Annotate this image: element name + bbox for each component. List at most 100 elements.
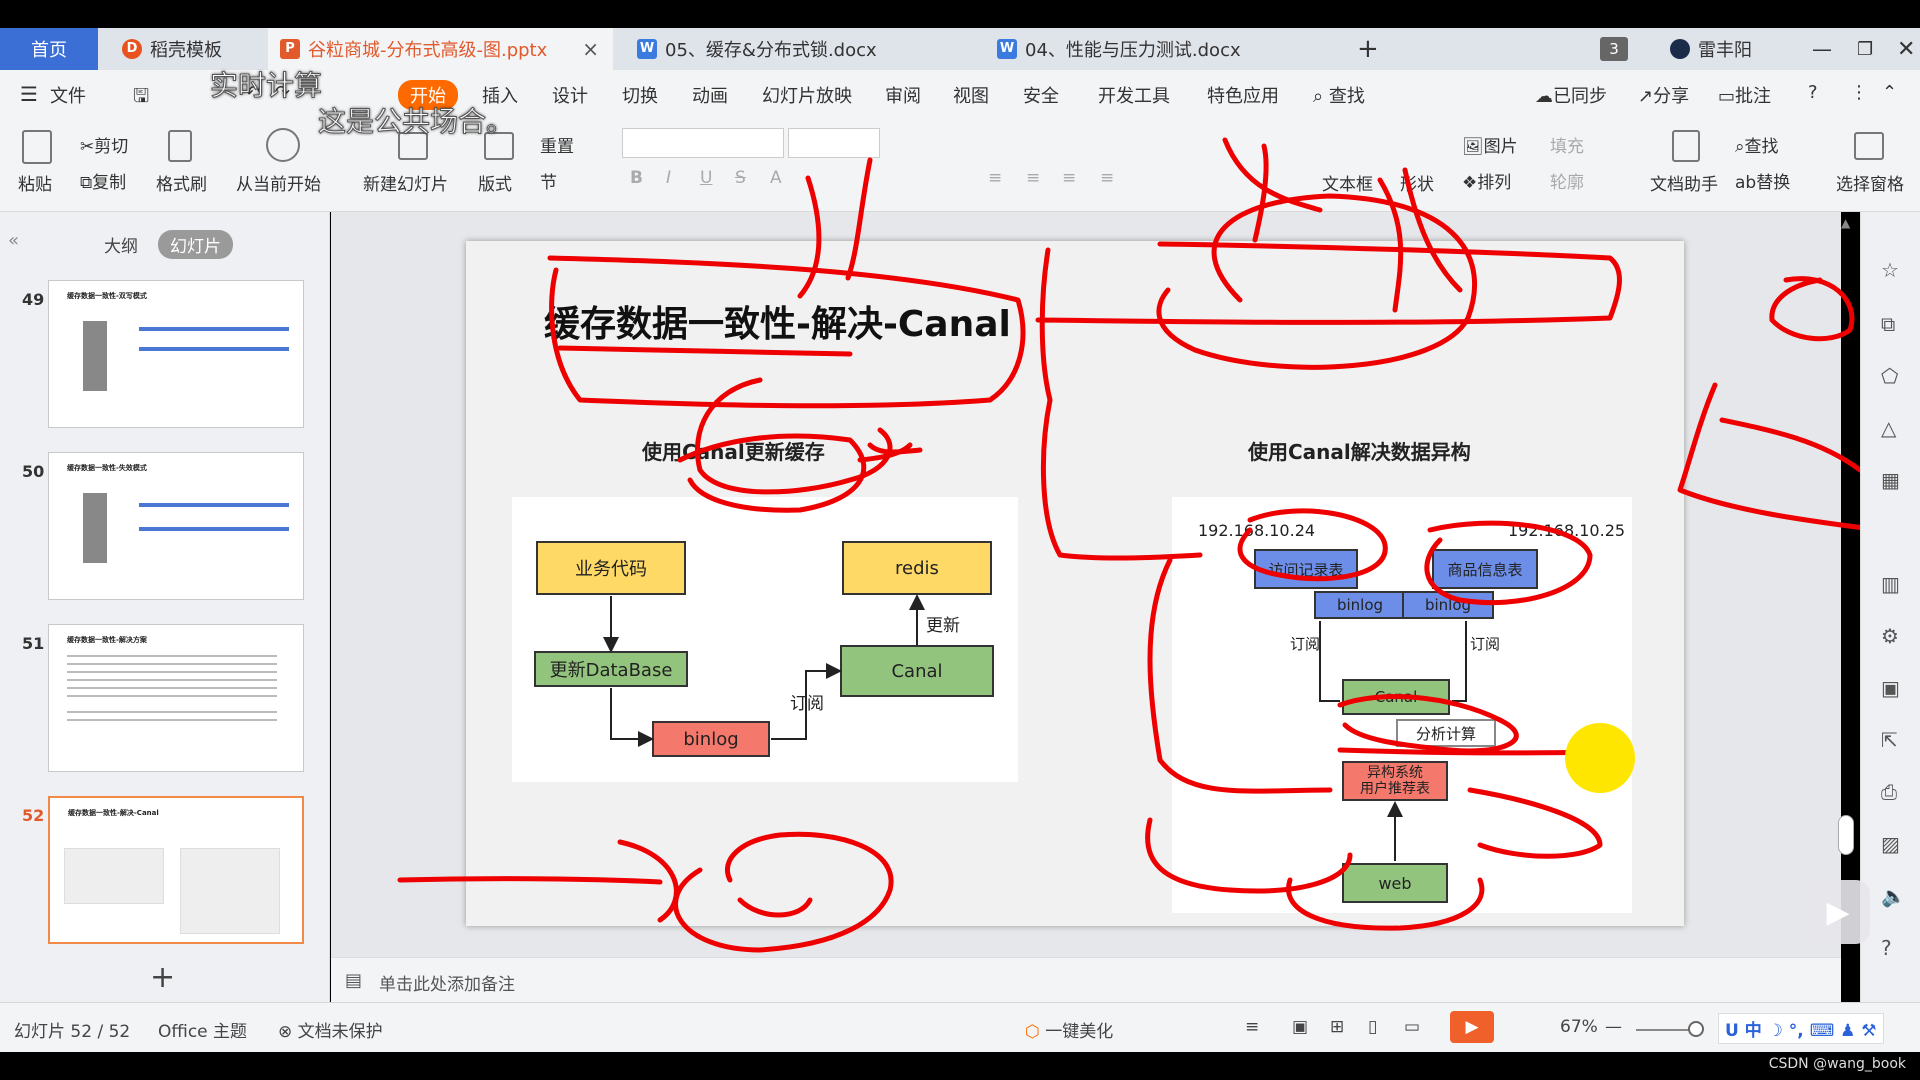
play-slideshow-button[interactable]: ▶: [1450, 1011, 1494, 1043]
zoom-level[interactable]: 67%: [1560, 1017, 1598, 1037]
sync-status[interactable]: ☁已同步: [1535, 82, 1607, 108]
menu-dev[interactable]: 开发工具: [1098, 82, 1170, 108]
add-slide-button[interactable]: +: [150, 960, 175, 995]
align-right-icon[interactable]: ≡: [1062, 168, 1076, 188]
shape-button[interactable]: 形状: [1400, 170, 1434, 195]
animation-icon[interactable]: △: [1881, 416, 1896, 440]
analyze-box[interactable]: 分析计算: [1396, 719, 1496, 747]
scroll-up-icon[interactable]: ▲: [1841, 216, 1850, 230]
italic-icon[interactable]: I: [666, 168, 671, 188]
font-size-select[interactable]: [788, 128, 880, 158]
find-button[interactable]: ⌕查找: [1735, 132, 1779, 157]
settings-icon[interactable]: ⚙: [1881, 624, 1899, 648]
collapse-pane-icon[interactable]: «: [8, 230, 19, 251]
outline-button[interactable]: 轮廓: [1550, 168, 1584, 193]
zoom-slider[interactable]: [1636, 1029, 1696, 1031]
web-box[interactable]: web: [1342, 863, 1448, 903]
zoom-out-icon[interactable]: —: [1605, 1017, 1622, 1037]
slide-thumbnail-active[interactable]: 缓存数据一致性-解决-Canal: [48, 796, 304, 944]
sorter-view-icon[interactable]: ⊞: [1330, 1017, 1344, 1037]
save-icon[interactable]: 🖫: [133, 82, 149, 114]
close-window-icon[interactable]: ✕: [1885, 28, 1915, 70]
justify-icon[interactable]: ≡: [1100, 168, 1114, 188]
template-icon[interactable]: ⧉: [1881, 312, 1895, 336]
notes-toggle-icon[interactable]: ≡: [1245, 1017, 1259, 1037]
underline-icon[interactable]: U: [700, 168, 712, 188]
paste-button[interactable]: 粘贴: [18, 170, 52, 195]
align-left-icon[interactable]: ≡: [988, 168, 1002, 188]
notes-area[interactable]: ▤ 单击此处添加备注: [331, 957, 1841, 1002]
zoom-slider-thumb[interactable]: [1688, 1021, 1704, 1037]
from-current-button[interactable]: 从当前开始: [236, 170, 321, 195]
textbox-button[interactable]: 文本框: [1322, 170, 1373, 195]
canal-box[interactable]: Canal: [840, 645, 994, 697]
font-name-select[interactable]: [622, 128, 784, 158]
menu-animation[interactable]: 动画: [692, 82, 728, 108]
hetero-system-box[interactable]: 异构系统 用户推荐表: [1342, 761, 1448, 801]
update-db-box[interactable]: 更新DataBase: [534, 651, 688, 687]
shape-icon[interactable]: ⬠: [1881, 364, 1898, 388]
print-icon[interactable]: ⎙: [1881, 780, 1897, 804]
photo-icon[interactable]: ▨: [1881, 832, 1900, 856]
audio-icon[interactable]: 🔈: [1881, 884, 1906, 908]
section-button[interactable]: 节: [540, 168, 557, 193]
video-play-icon[interactable]: ▶: [1806, 880, 1870, 944]
menu-transition[interactable]: 切换: [622, 82, 658, 108]
ime-indicator[interactable]: U 中 ☽ °, ⌨ ♟ ⚒: [1718, 1013, 1884, 1044]
picture-button[interactable]: 🖼图片: [1462, 132, 1518, 157]
comment-button[interactable]: ▭批注: [1718, 82, 1771, 108]
reset-button[interactable]: 重置: [540, 132, 574, 157]
menu-design[interactable]: 设计: [552, 82, 588, 108]
table-icon[interactable]: ▦: [1881, 468, 1900, 492]
tab-doc-cache[interactable]: W 05、缓存&分布式锁.docx: [625, 28, 975, 70]
new-slide-button[interactable]: 新建幻灯片: [363, 170, 448, 195]
slide-thumbnail[interactable]: 缓存数据一致性-解决方案: [48, 624, 304, 772]
layout-button[interactable]: 版式: [478, 170, 512, 195]
product-info-box[interactable]: 商品信息表: [1432, 549, 1538, 589]
canal-right-box[interactable]: Canal: [1342, 679, 1450, 715]
minimize-icon[interactable]: —: [1800, 28, 1832, 70]
copy-button[interactable]: ⧉复制: [80, 168, 126, 193]
user-account[interactable]: 雷丰阳: [1658, 28, 1752, 70]
chart-icon[interactable]: ▥: [1881, 572, 1900, 596]
font-color-icon[interactable]: A: [770, 168, 782, 188]
image-icon[interactable]: ▣: [1881, 676, 1900, 700]
new-tab-button[interactable]: +: [1345, 28, 1379, 70]
help-icon[interactable]: ?: [1808, 82, 1818, 103]
fill-button[interactable]: 填充: [1550, 132, 1584, 157]
menu-view[interactable]: 视图: [953, 82, 989, 108]
star-icon[interactable]: ☆: [1881, 258, 1899, 282]
restore-icon[interactable]: ❐: [1845, 28, 1873, 70]
menu-security[interactable]: 安全: [1023, 82, 1059, 108]
reading-view-icon[interactable]: ▯: [1368, 1017, 1377, 1037]
menu-file[interactable]: 文件: [50, 82, 86, 108]
menu-search[interactable]: ⌕ 查找: [1313, 82, 1365, 108]
binlog-right-box[interactable]: binlog: [1402, 591, 1494, 619]
doc-helper-button[interactable]: 文档助手: [1650, 170, 1718, 195]
share-button[interactable]: ↗分享: [1638, 82, 1689, 108]
tab-outline[interactable]: 大纲: [104, 232, 138, 257]
biz-code-box[interactable]: 业务代码: [536, 541, 686, 595]
collapse-ribbon-icon[interactable]: ⌃: [1882, 82, 1897, 103]
hamburger-icon[interactable]: ☰: [20, 82, 38, 106]
menu-review[interactable]: 审阅: [885, 82, 921, 108]
strikethrough-icon[interactable]: S: [735, 168, 746, 188]
beautify-button[interactable]: ⬡ 一键美化: [1025, 1017, 1113, 1042]
bold-icon[interactable]: B: [630, 168, 643, 188]
arrange-button[interactable]: ❖排列: [1462, 168, 1511, 193]
slideshow-view-icon[interactable]: ▭: [1404, 1017, 1420, 1037]
replace-button[interactable]: ab替换: [1735, 168, 1790, 193]
tab-slides[interactable]: 幻灯片: [158, 230, 233, 259]
tab-doc-perf[interactable]: W 04、性能与压力测试.docx: [985, 28, 1330, 70]
select-pane-button[interactable]: 选择窗格: [1836, 170, 1904, 195]
cut-button[interactable]: ✂剪切: [80, 132, 128, 157]
access-log-box[interactable]: 访问记录表: [1254, 549, 1358, 589]
binlog-left-box[interactable]: binlog: [1314, 591, 1406, 619]
format-painter-button[interactable]: 格式刷: [156, 170, 207, 195]
slide-thumbnail[interactable]: 缓存数据一致性-双写模式: [48, 280, 304, 428]
slide-thumbnail[interactable]: 缓存数据一致性-失效模式: [48, 452, 304, 600]
slide-title[interactable]: 缓存数据一致性-解决-Canal: [544, 295, 1011, 347]
align-center-icon[interactable]: ≡: [1026, 168, 1040, 188]
export-icon[interactable]: ⇱: [1881, 728, 1898, 752]
theme-label[interactable]: Office 主题: [158, 1017, 247, 1042]
